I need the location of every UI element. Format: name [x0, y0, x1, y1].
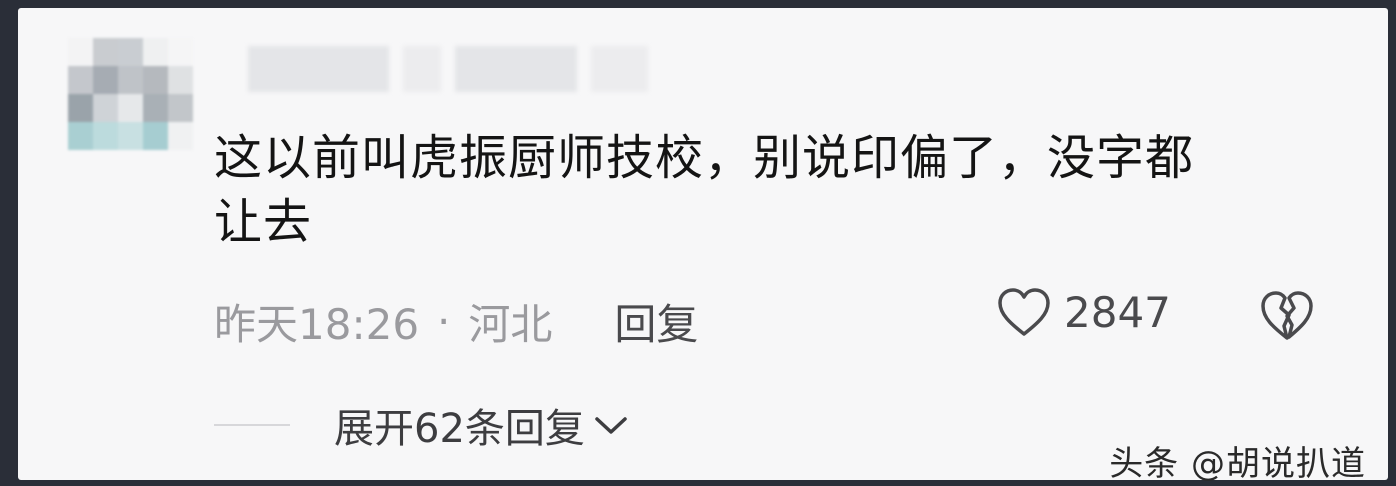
like-button[interactable]: 2847: [996, 286, 1171, 338]
comment-card: 这以前叫虎振厨师技校，别说印偏了，没字都 让去 昨天18:26 · 河北 回复 …: [18, 8, 1388, 484]
chevron-down-icon: [595, 417, 627, 434]
dislike-button[interactable]: [1258, 288, 1316, 346]
like-count: 2847: [1064, 287, 1171, 337]
comment-meta: 昨天18:26 · 河北 回复: [214, 290, 698, 352]
comment-line-1: 这以前叫虎振厨师技校，别说印偏了，没字都: [214, 130, 1195, 186]
comment-line-2: 让去: [214, 194, 313, 250]
username-blurred[interactable]: [248, 46, 648, 96]
comment-time: 昨天18:26: [214, 299, 420, 349]
broken-heart-icon: [1261, 291, 1313, 340]
screenshot-frame: 这以前叫虎振厨师技校，别说印偏了，没字都 让去 昨天18:26 · 河北 回复 …: [0, 0, 1396, 486]
heart-outline-icon: [998, 288, 1050, 336]
comment-text: 这以前叫虎振厨师技校，别说印偏了，没字都 让去: [214, 126, 1314, 254]
meta-separator: ·: [437, 296, 451, 346]
reply-button[interactable]: 回复: [614, 291, 698, 352]
divider-line: [214, 424, 290, 426]
expand-replies[interactable]: 展开62条回复: [214, 396, 629, 454]
comment-location: 河北: [468, 299, 553, 349]
watermark: 头条 @胡说扒道: [1109, 444, 1366, 484]
expand-replies-label: 展开62条回复: [334, 406, 585, 452]
avatar[interactable]: [68, 38, 193, 150]
